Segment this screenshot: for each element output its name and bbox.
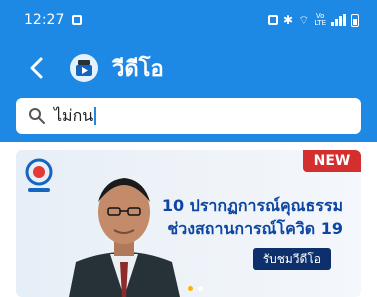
lte-icon: Vo LTE: [314, 12, 326, 27]
search-query-text: ไม่กน: [54, 105, 94, 125]
search-input[interactable]: ไม่กน: [16, 98, 361, 134]
title-bar: วีดีโอ: [0, 40, 377, 96]
bluetooth-icon: ✱: [283, 13, 294, 27]
back-button[interactable]: [14, 46, 58, 90]
signal-icon: [331, 14, 346, 26]
text-caret: [94, 107, 97, 125]
page-title: วีดีโอ: [112, 56, 164, 82]
video-logo-icon: [70, 54, 98, 82]
video-banner[interactable]: NEW 10 ปรากฏการณ์คุณธรรม ช่วงสถานการณ์โค…: [16, 150, 361, 297]
notification-icon: [72, 15, 83, 25]
headline-line-1: 10 ปรากฏการณ์คุณธรรม: [161, 196, 343, 215]
new-badge: NEW: [303, 150, 361, 172]
carousel-indicator: [188, 286, 203, 291]
headline-line-2: ช่วงสถานการณ์โควิด 19: [167, 219, 343, 238]
organization-logo: [25, 158, 53, 192]
back-arrow-icon: [30, 57, 43, 79]
search-icon: [29, 108, 45, 124]
app-bar: 12:27 ✱ ⌔ Vo LTE วีดีโอ ไม่กน: [0, 0, 377, 142]
status-time: 12:27: [24, 12, 65, 28]
status-icons: ✱ ⌔ Vo LTE: [268, 13, 359, 28]
status-bar: 12:27 ✱ ⌔ Vo LTE: [0, 0, 377, 40]
battery-icon: [351, 13, 359, 27]
alarm-icon: [268, 15, 279, 25]
carousel-dot[interactable]: [188, 286, 193, 291]
wifi-icon: ⌔: [298, 12, 310, 27]
watch-video-button[interactable]: รับชมวีดีโอ: [252, 248, 331, 270]
carousel-dot[interactable]: [198, 286, 203, 291]
banner-headline: 10 ปรากฏการณ์คุณธรรม ช่วงสถานการณ์โควิด …: [153, 194, 343, 240]
